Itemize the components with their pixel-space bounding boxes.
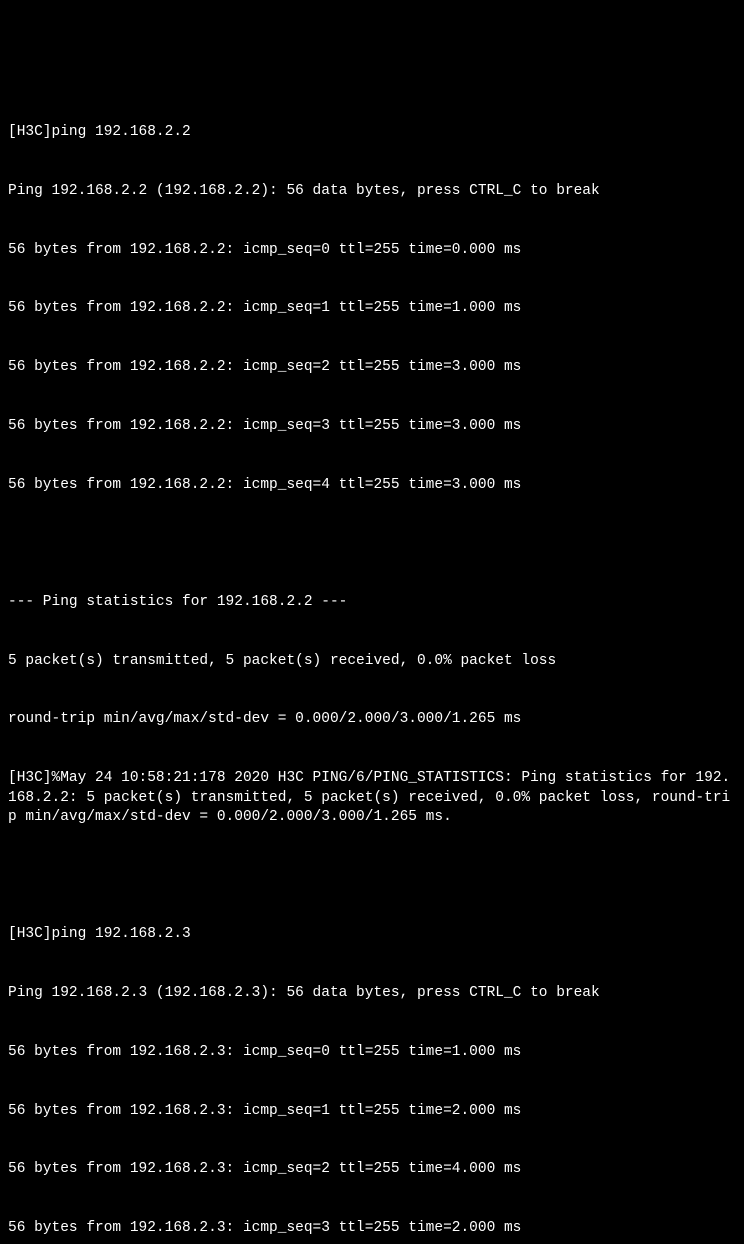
terminal-line: 56 bytes from 192.168.2.3: icmp_seq=1 tt… (8, 1102, 736, 1122)
terminal-line (8, 867, 736, 887)
terminal-line: round-trip min/avg/max/std-dev = 0.000/2… (8, 710, 736, 730)
terminal-output[interactable]: [H3C]ping 192.168.2.2 Ping 192.168.2.2 (… (8, 84, 736, 1244)
terminal-line: [H3C]%May 24 10:58:21:178 2020 H3C PING/… (8, 769, 736, 828)
terminal-line: 56 bytes from 192.168.2.2: icmp_seq=3 tt… (8, 417, 736, 437)
terminal-line: Ping 192.168.2.2 (192.168.2.2): 56 data … (8, 182, 736, 202)
terminal-line: [H3C]ping 192.168.2.2 (8, 123, 736, 143)
terminal-line: 56 bytes from 192.168.2.2: icmp_seq=1 tt… (8, 299, 736, 319)
terminal-line (8, 534, 736, 554)
terminal-line: Ping 192.168.2.3 (192.168.2.3): 56 data … (8, 984, 736, 1004)
terminal-line: 5 packet(s) transmitted, 5 packet(s) rec… (8, 652, 736, 672)
terminal-line: [H3C]ping 192.168.2.3 (8, 925, 736, 945)
terminal-line: 56 bytes from 192.168.2.3: icmp_seq=3 tt… (8, 1219, 736, 1239)
terminal-line: 56 bytes from 192.168.2.2: icmp_seq=2 tt… (8, 358, 736, 378)
terminal-line: --- Ping statistics for 192.168.2.2 --- (8, 593, 736, 613)
terminal-line: 56 bytes from 192.168.2.2: icmp_seq=4 tt… (8, 476, 736, 496)
terminal-line: 56 bytes from 192.168.2.3: icmp_seq=2 tt… (8, 1160, 736, 1180)
terminal-line: 56 bytes from 192.168.2.3: icmp_seq=0 tt… (8, 1043, 736, 1063)
terminal-line: 56 bytes from 192.168.2.2: icmp_seq=0 tt… (8, 241, 736, 261)
